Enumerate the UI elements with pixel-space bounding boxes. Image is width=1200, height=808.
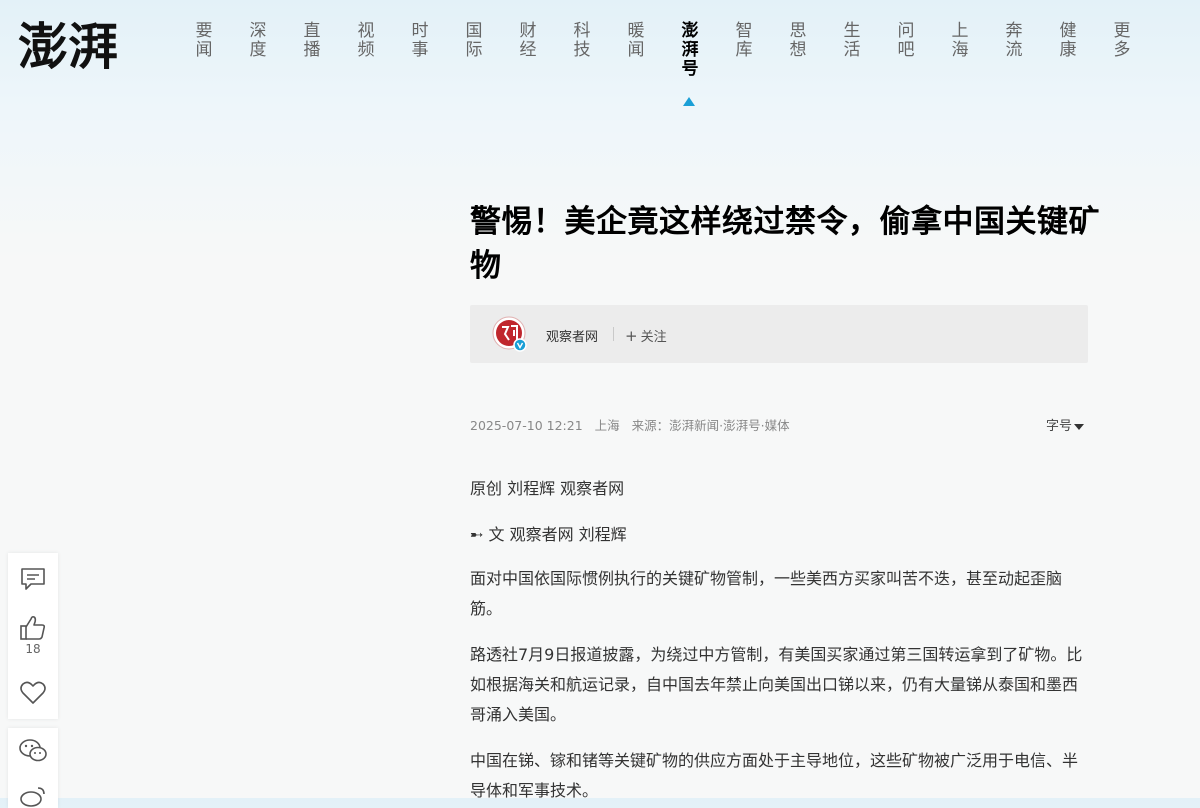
- author-avatar[interactable]: [492, 316, 528, 352]
- nav-item[interactable]: 问吧: [887, 22, 925, 60]
- wechat-icon: [19, 739, 47, 762]
- heart-icon: [20, 681, 46, 704]
- nav-item[interactable]: 暖闻: [617, 22, 655, 60]
- verified-badge-icon: [513, 338, 527, 352]
- like-count: 18: [25, 642, 41, 656]
- active-nav-indicator: [683, 97, 695, 106]
- paragraph: 中国在锑、镓和锗等关键矿物的供应方面处于主导地位，这些矿物被广泛用于电信、半导体…: [470, 751, 1079, 800]
- font-size-button[interactable]: 字号: [1046, 415, 1085, 434]
- nav-item[interactable]: 智库: [725, 22, 763, 60]
- share-toolbar: [8, 728, 58, 808]
- plus-icon: +: [625, 327, 638, 345]
- logo-text: 澎湃: [18, 17, 118, 76]
- weibo-icon: [20, 787, 45, 807]
- side-toolbar: 18: [8, 553, 58, 719]
- weibo-share-button[interactable]: [8, 784, 58, 808]
- author-card: 观察者网 + 关注: [470, 305, 1088, 363]
- like-button[interactable]: 18: [8, 615, 58, 656]
- nav-item[interactable]: 奔流: [995, 22, 1033, 60]
- thumbs-up-icon: [20, 615, 46, 640]
- paragraph: 路透社7月9日报道披露，为绕过中方管制，有美国买家通过第三国转运拿到了矿物。比如…: [470, 645, 1083, 724]
- paragraph: ➸ 文 观察者网 刘程辉: [470, 525, 627, 544]
- nav-item[interactable]: 生活: [833, 22, 871, 60]
- article-meta: 2025-07-10 12:21 上海 来源：澎湃新闻·澎湃号·媒体: [470, 415, 798, 434]
- nav-item[interactable]: 澎湃号: [671, 22, 709, 79]
- nav-item[interactable]: 思想: [779, 22, 817, 60]
- article-source: 来源：澎湃新闻·澎湃号·媒体: [631, 418, 790, 433]
- thepaper-logo[interactable]: 澎湃: [18, 14, 130, 76]
- nav-item[interactable]: 财经: [509, 22, 547, 60]
- nav-item[interactable]: 健康: [1049, 22, 1087, 60]
- caret-down-icon: [1074, 423, 1085, 430]
- follow-label: 关注: [640, 330, 667, 345]
- divider: [613, 327, 614, 341]
- font-size-label: 字号: [1046, 419, 1073, 434]
- comment-button[interactable]: [8, 567, 58, 591]
- nav-item[interactable]: 上海: [941, 22, 979, 60]
- paragraph: 原创 刘程辉 观察者网: [470, 479, 625, 498]
- nav-item[interactable]: 要闻: [185, 22, 223, 60]
- nav-item[interactable]: 时事: [401, 22, 439, 60]
- author-name[interactable]: 观察者网: [546, 326, 598, 345]
- nav-item[interactable]: 更多: [1103, 22, 1141, 60]
- nav-item[interactable]: 科技: [563, 22, 601, 60]
- nav-item[interactable]: 视频: [347, 22, 385, 60]
- follow-button[interactable]: + 关注: [625, 326, 667, 345]
- nav-item[interactable]: 国际: [455, 22, 493, 60]
- comment-icon: [21, 568, 45, 590]
- wechat-share-button[interactable]: [8, 738, 58, 764]
- favorite-button[interactable]: [8, 681, 58, 705]
- publish-location: 上海: [594, 418, 620, 433]
- article-title: 警惕！美企竟这样绕过禁令，偷拿中国关键矿物: [470, 204, 1100, 284]
- paragraph: 面对中国依国际惯例执行的关键矿物管制，一些美西方买家叫苦不迭，甚至动起歪脑筋。: [470, 569, 1063, 618]
- nav-item[interactable]: 直播: [293, 22, 331, 60]
- nav-item[interactable]: 深度: [239, 22, 277, 60]
- publish-date: 2025-07-10 12:21: [470, 418, 583, 433]
